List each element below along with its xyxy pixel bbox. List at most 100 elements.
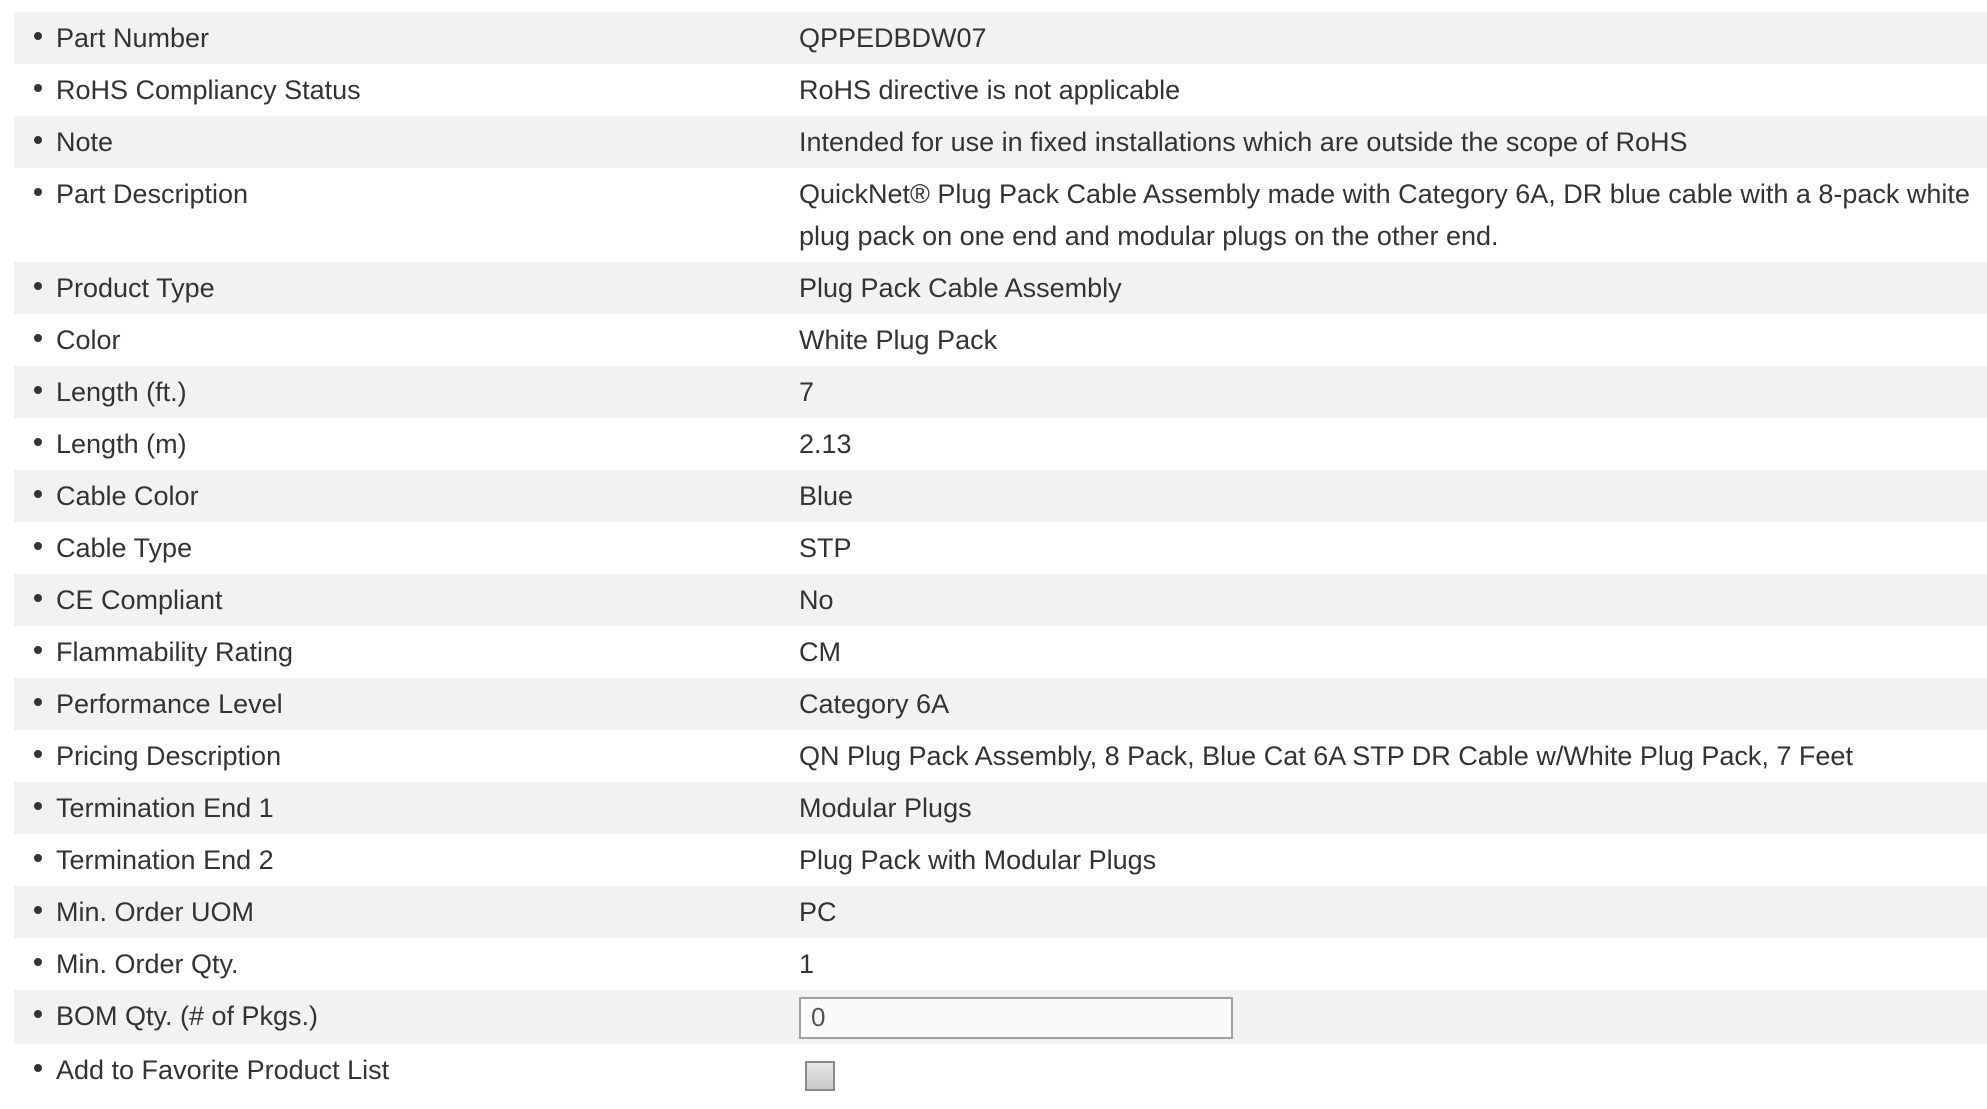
spec-row: Performance Level Category 6A [14,678,1987,730]
spec-table-body: Part Number QPPEDBDW07 RoHS Compliancy Sta… [14,12,1987,1096]
spec-value-cell: 2.13 [799,418,1987,470]
spec-value-cell: Plug Pack Cable Assembly [799,262,1987,314]
bom-qty-input[interactable] [799,996,1233,1039]
bullet-dot-icon [34,593,42,602]
spec-value-cell: QPPEDBDW07 [799,12,1987,64]
spec-row-bom-qty: BOM Qty. (# of Pkgs.) [14,990,1987,1044]
bom-qty-label: BOM Qty. (# of Pkgs.) [56,1001,319,1031]
spec-label-cell: CE Compliant [14,574,799,626]
spec-label-cell: Min. Order UOM [14,886,799,938]
bullet-dot-icon [34,541,42,550]
spec-value: Intended for use in fixed installations … [799,127,1688,157]
spec-label-cell: Termination End 1 [14,782,799,834]
bullet-dot-icon [34,135,42,144]
bullet-dot-icon [34,1009,42,1018]
bullet-dot-icon [34,333,42,342]
spec-value-cell: CM [799,626,1987,678]
spec-row: Product Type Plug Pack Cable Assembly [14,262,1987,314]
spec-value-cell: PC [799,886,1987,938]
bullet-dot-icon [34,697,42,706]
bullet-dot-icon [34,905,42,914]
spec-label-cell: Performance Level [14,678,799,730]
spec-value-cell: QuickNet® Plug Pack Cable Assembly made … [799,168,1987,262]
spec-value: CM [799,637,841,667]
spec-value-cell: STP [799,522,1987,574]
spec-label-cell: Cable Type [14,522,799,574]
bullet-dot-icon [34,187,42,196]
spec-value-cell: Plug Pack with Modular Plugs [799,834,1987,886]
spec-label: Length (m) [56,429,187,459]
spec-row: CE Compliant No [14,574,1987,626]
spec-label: CE Compliant [56,585,223,615]
spec-value-cell: No [799,574,1987,626]
spec-row: Flammability Rating CM [14,626,1987,678]
spec-label: Termination End 2 [56,845,274,875]
spec-label: Note [56,127,114,157]
spec-value: PC [799,897,837,927]
spec-label-cell: Part Number [14,12,799,64]
spec-row: Length (m) 2.13 [14,418,1987,470]
spec-label-cell: Note [14,116,799,168]
spec-row: RoHS Compliancy Status RoHS directive is … [14,64,1987,116]
spec-label-cell: Add to Favorite Product List [14,1043,799,1096]
bullet-dot-icon [34,83,42,92]
spec-label: Min. Order Qty. [56,949,239,979]
spec-value: QN Plug Pack Assembly, 8 Pack, Blue Cat … [799,741,1853,771]
bullet-dot-icon [34,31,42,40]
spec-row: Part Description QuickNet® Plug Pack Cabl… [14,168,1987,262]
spec-label-cell: RoHS Compliancy Status [14,64,799,116]
spec-label-cell: Product Type [14,262,799,314]
spec-label: Product Type [56,273,215,303]
spec-value: Plug Pack with Modular Plugs [799,845,1157,875]
spec-row: Length (ft.) 7 [14,366,1987,418]
spec-value-cell: Modular Plugs [799,782,1987,834]
bullet-dot-icon [34,385,42,394]
spec-label-cell: Min. Order Qty. [14,938,799,990]
spec-row: Part Number QPPEDBDW07 [14,12,1987,64]
spec-label: Termination End 1 [56,793,274,823]
spec-value: 1 [799,949,815,979]
spec-value: 7 [799,377,815,407]
spec-row: Note Intended for use in fixed installati… [14,116,1987,168]
bullet-dot-icon [34,801,42,810]
spec-label: Performance Level [56,689,283,719]
bullet-dot-icon [34,645,42,654]
spec-label: Flammability Rating [56,637,294,667]
spec-label-cell: BOM Qty. (# of Pkgs.) [14,990,799,1044]
bullet-dot-icon [34,437,42,446]
spec-label: Cable Type [56,533,193,563]
spec-value: RoHS directive is not applicable [799,75,1181,105]
spec-label: Part Description [56,179,249,209]
product-spec-table: Part Number QPPEDBDW07 RoHS Compliancy Sta… [14,12,1987,1096]
spec-row: Min. Order UOM PC [14,886,1987,938]
spec-label: Part Number [56,23,210,53]
spec-value-cell: Blue [799,470,1987,522]
spec-value: STP [799,533,852,563]
spec-value-cell [799,990,1987,1044]
spec-value-cell [799,1043,1987,1096]
spec-label: Min. Order UOM [56,897,255,927]
bullet-dot-icon [34,957,42,966]
spec-row: Termination End 1 Modular Plugs [14,782,1987,834]
spec-value: QuickNet® Plug Pack Cable Assembly made … [799,179,1970,251]
spec-value: Modular Plugs [799,793,972,823]
spec-row: Cable Color Blue [14,470,1987,522]
spec-label-cell: Color [14,314,799,366]
bullet-dot-icon [34,489,42,498]
bullet-dot-icon [34,749,42,758]
spec-value: No [799,585,834,615]
top-clipped-strip [0,0,1987,12]
spec-row: Min. Order Qty. 1 [14,938,1987,990]
spec-value: Category 6A [799,689,950,719]
spec-value-cell: White Plug Pack [799,314,1987,366]
spec-label-cell: Pricing Description [14,730,799,782]
spec-value-cell: 1 [799,938,1987,990]
spec-label-cell: Length (ft.) [14,366,799,418]
add-to-favorites-checkbox[interactable] [805,1060,835,1091]
spec-value-cell: RoHS directive is not applicable [799,64,1987,116]
spec-value: QPPEDBDW07 [799,23,987,53]
spec-row-favorite: Add to Favorite Product List [14,1043,1987,1096]
spec-value-cell: 7 [799,366,1987,418]
spec-label: Color [56,325,121,355]
spec-row: Color White Plug Pack [14,314,1987,366]
